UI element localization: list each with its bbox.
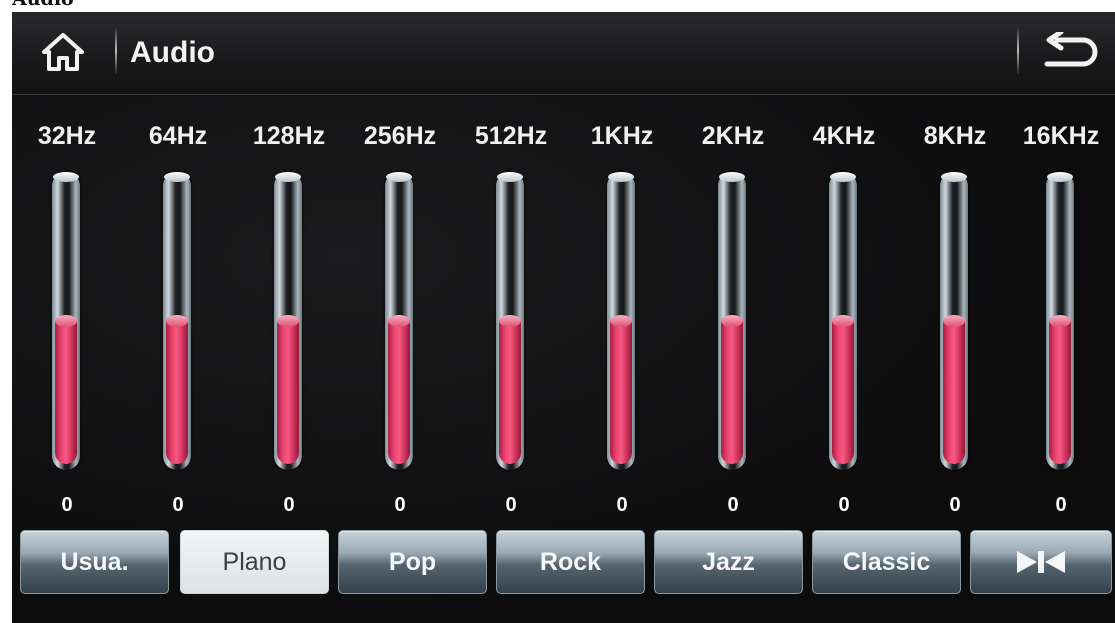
eq-band-2khz: 2KHz 0	[678, 120, 788, 520]
audio-screen: Audio 32Hz 0 64Hz 0 128Hz 0 256Hz 0 512H…	[12, 12, 1115, 623]
band-label: 2KHz	[701, 122, 765, 150]
slider-track-top	[941, 172, 967, 182]
eq-slider[interactable]	[274, 172, 302, 470]
slider-handle[interactable]	[1049, 315, 1071, 327]
slider-handle[interactable]	[277, 315, 299, 327]
band-value: 0	[172, 494, 184, 516]
slider-fill	[166, 315, 188, 464]
page-title: Audio	[130, 36, 215, 69]
eq-band-16khz: 16KHz 0	[1006, 120, 1115, 520]
eq-band-64hz: 64Hz 0	[123, 120, 233, 520]
band-value: 0	[838, 494, 850, 516]
preset-usua-button[interactable]: Usua.	[20, 530, 169, 594]
home-button[interactable]	[28, 27, 98, 77]
window-caption: Audio	[12, 0, 74, 10]
eq-slider[interactable]	[718, 172, 746, 470]
preset-plano-button[interactable]: Plano	[180, 530, 329, 594]
home-icon	[42, 33, 84, 71]
band-label: 128Hz	[252, 122, 326, 150]
band-value: 0	[616, 494, 628, 516]
title-bar: Audio	[12, 12, 1115, 95]
slider-fill	[499, 315, 521, 464]
slider-track-top	[275, 172, 301, 182]
title-divider	[115, 26, 117, 74]
eq-slider[interactable]	[940, 172, 968, 470]
eq-band-8khz: 8KHz 0	[900, 120, 1010, 520]
slider-fill	[55, 315, 77, 464]
band-label: 256Hz	[363, 122, 437, 150]
eq-slider[interactable]	[385, 172, 413, 470]
eq-band-4khz: 4KHz 0	[789, 120, 899, 520]
slider-handle[interactable]	[55, 315, 77, 327]
band-label: 512Hz	[474, 122, 548, 150]
slider-fill	[832, 315, 854, 464]
band-value: 0	[394, 494, 406, 516]
slider-handle[interactable]	[832, 315, 854, 327]
slider-track-top	[1047, 172, 1073, 182]
band-label: 4KHz	[812, 122, 876, 150]
slider-handle[interactable]	[499, 315, 521, 327]
slider-handle[interactable]	[166, 315, 188, 327]
back-button[interactable]	[1027, 27, 1111, 77]
preset-jazz-button[interactable]: Jazz	[654, 530, 803, 594]
eq-band-512hz: 512Hz 0	[456, 120, 566, 520]
band-label: 1KHz	[590, 122, 654, 150]
band-value: 0	[505, 494, 517, 516]
balance-fader-button[interactable]	[970, 530, 1112, 594]
band-value: 0	[1055, 494, 1067, 516]
slider-handle[interactable]	[610, 315, 632, 327]
balance-fader-icon	[1017, 551, 1065, 573]
eq-slider[interactable]	[1046, 172, 1074, 470]
band-value: 0	[727, 494, 739, 516]
slider-track-top	[497, 172, 523, 182]
eq-slider[interactable]	[496, 172, 524, 470]
slider-track-top	[53, 172, 79, 182]
slider-fill	[1049, 315, 1071, 464]
title-divider-right	[1017, 26, 1019, 74]
eq-band-32hz: 32Hz 0	[12, 120, 122, 520]
slider-track-top	[386, 172, 412, 182]
slider-track-top	[608, 172, 634, 182]
eq-slider[interactable]	[607, 172, 635, 470]
slider-fill	[721, 315, 743, 464]
band-label: 32Hz	[37, 122, 97, 150]
band-label: 8KHz	[923, 122, 987, 150]
slider-fill	[610, 315, 632, 464]
preset-pop-button[interactable]: Pop	[338, 530, 487, 594]
band-value: 0	[949, 494, 961, 516]
slider-fill	[943, 315, 965, 464]
eq-slider[interactable]	[829, 172, 857, 470]
slider-fill	[277, 315, 299, 464]
preset-classic-button[interactable]: Classic	[812, 530, 961, 594]
slider-track-top	[164, 172, 190, 182]
slider-handle[interactable]	[721, 315, 743, 327]
eq-slider[interactable]	[163, 172, 191, 470]
eq-slider[interactable]	[52, 172, 80, 470]
eq-band-128hz: 128Hz 0	[234, 120, 344, 520]
band-label: 16KHz	[1022, 122, 1100, 150]
preset-rock-button[interactable]: Rock	[496, 530, 645, 594]
slider-handle[interactable]	[943, 315, 965, 327]
band-value: 0	[61, 494, 73, 516]
slider-fill	[388, 315, 410, 464]
back-arrow-icon	[1044, 32, 1098, 67]
band-value: 0	[283, 494, 295, 516]
slider-track-top	[719, 172, 745, 182]
eq-band-256hz: 256Hz 0	[345, 120, 455, 520]
band-label: 64Hz	[148, 122, 208, 150]
slider-handle[interactable]	[388, 315, 410, 327]
slider-track-top	[830, 172, 856, 182]
eq-band-1khz: 1KHz 0	[567, 120, 677, 520]
